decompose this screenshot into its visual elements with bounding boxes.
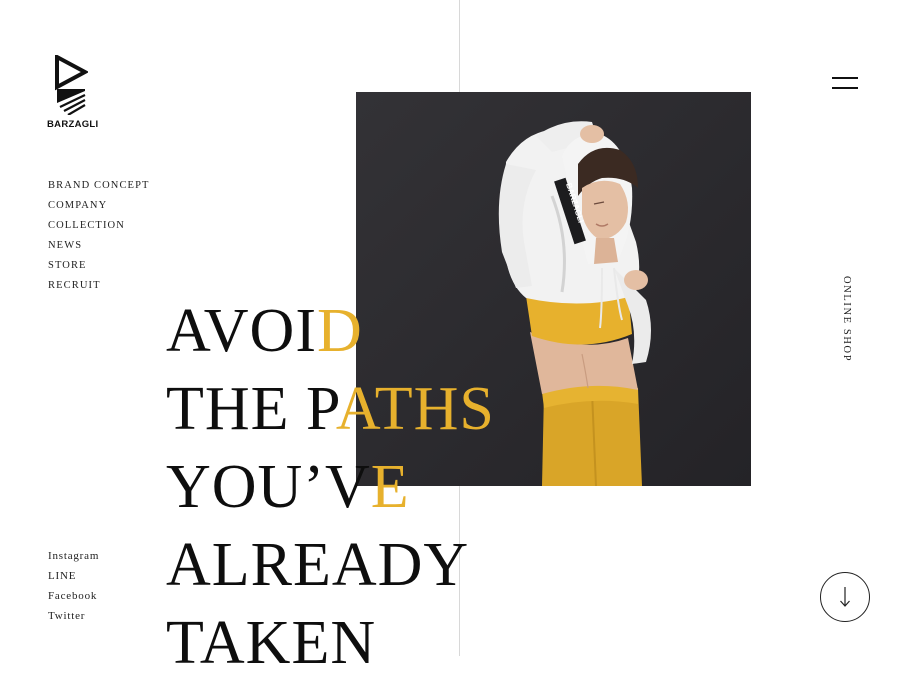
scroll-down-button[interactable]	[820, 572, 870, 622]
hamburger-icon	[832, 77, 858, 79]
headline-line-5: TAKEN	[166, 604, 495, 682]
hero-headline: AVOID THE PATHS YOU’VE ALREADY TAKEN	[166, 292, 495, 682]
headline-text: YOU’V	[166, 453, 371, 521]
headline-text: TAKEN	[166, 609, 377, 677]
social-link-twitter[interactable]: Twitter	[48, 606, 99, 626]
brand-logo[interactable]: BARZAGLI	[44, 55, 104, 131]
social-link-facebook[interactable]: Facebook	[48, 586, 99, 606]
nav-item-recruit[interactable]: RECRUIT	[48, 276, 150, 296]
social-link-line[interactable]: LINE	[48, 566, 99, 586]
headline-text: ALREADY	[166, 531, 470, 599]
social-links: Instagram LINE Facebook Twitter	[48, 546, 99, 626]
nav-item-company[interactable]: COMPANY	[48, 196, 150, 216]
brand-name: BARZAGLI	[47, 119, 99, 130]
main-nav: BRAND CONCEPT COMPANY COLLECTION NEWS ST…	[48, 176, 150, 296]
nav-item-brand-concept[interactable]: BRAND CONCEPT	[48, 176, 150, 196]
headline-line-2: THE PATHS	[166, 370, 495, 448]
headline-line-4: ALREADY	[166, 526, 495, 604]
headline-text: AVOI	[166, 297, 317, 365]
play-triangle-logo-icon	[55, 55, 88, 115]
nav-item-collection[interactable]: COLLECTION	[48, 216, 150, 236]
headline-line-3: YOU’VE	[166, 448, 495, 526]
nav-item-news[interactable]: NEWS	[48, 236, 150, 256]
online-shop-link[interactable]: ONLINE SHOP	[836, 276, 852, 368]
headline-text: THE P	[166, 375, 336, 443]
arrow-down-icon	[840, 587, 850, 607]
menu-button[interactable]	[832, 74, 860, 94]
headline-line-1: AVOID	[166, 292, 495, 370]
headline-text-accent: E	[370, 453, 410, 521]
nav-item-store[interactable]: STORE	[48, 256, 150, 276]
social-link-instagram[interactable]: Instagram	[48, 546, 99, 566]
headline-text-accent: D	[316, 297, 363, 365]
headline-text-accent: ATHS	[335, 375, 495, 443]
hamburger-icon-bar	[832, 87, 858, 89]
